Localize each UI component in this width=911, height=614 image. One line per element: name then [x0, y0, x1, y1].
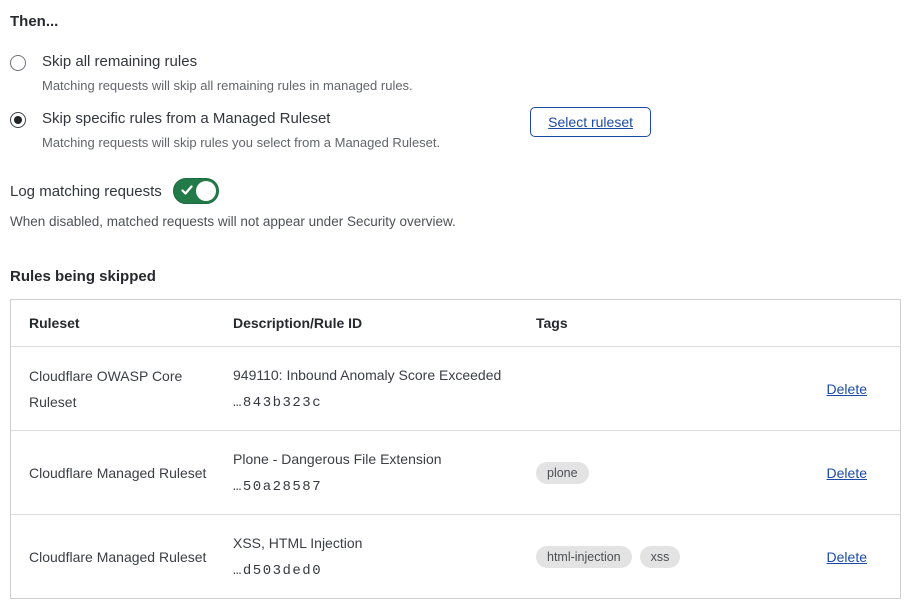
option-description: Matching requests will skip rules you se… [42, 134, 440, 152]
tags-cell: plone [526, 462, 750, 484]
log-matching-requests-row: Log matching requests [10, 178, 901, 204]
tag-pill: html-injection [536, 546, 632, 568]
table-body: Cloudflare OWASP Core Ruleset949110: Inb… [11, 346, 900, 598]
radio-skip-all-rules[interactable] [10, 55, 26, 71]
rules-being-skipped-heading: Rules being skipped [10, 268, 901, 285]
rule-id: …50a28587 [233, 479, 512, 495]
option-text: Skip all remaining rules Matching reques… [42, 52, 413, 95]
tag-pill: xss [640, 546, 681, 568]
option-skip-all-rules: Skip all remaining rules Matching reques… [10, 52, 901, 95]
skipped-rules-table: Ruleset Description/Rule ID Tags Cloudfl… [10, 299, 901, 599]
rule-id: …d503ded0 [233, 563, 512, 579]
toggle-knob [196, 181, 216, 201]
rule-description-cell: 949110: Inbound Anomaly Score Exceeded …8… [223, 366, 526, 411]
checkmark-icon [181, 184, 193, 196]
select-ruleset-button[interactable]: Select ruleset [530, 107, 651, 137]
ruleset-name: Cloudflare Managed Ruleset [11, 460, 223, 486]
rule-description: XSS, HTML Injection [233, 534, 512, 553]
ruleset-name: Cloudflare OWASP Core Ruleset [11, 363, 223, 415]
log-matching-requests-toggle[interactable] [173, 178, 219, 204]
delete-rule-link[interactable]: Delete [827, 381, 867, 397]
log-matching-requests-label: Log matching requests [10, 183, 162, 200]
radio-skip-specific-rules[interactable] [10, 112, 26, 128]
tags-cell: html-injection xss [526, 546, 750, 568]
ruleset-name: Cloudflare Managed Ruleset [11, 544, 223, 570]
rule-description-cell: XSS, HTML Injection …d503ded0 [223, 534, 526, 579]
table-row: Cloudflare Managed RulesetXSS, HTML Inje… [11, 514, 900, 598]
column-header-ruleset: Ruleset [11, 310, 223, 336]
actions-cell: Delete [750, 549, 900, 565]
then-heading: Then... [10, 13, 901, 31]
table-row: Cloudflare Managed RulesetPlone - Danger… [11, 430, 900, 514]
actions-cell: Delete [750, 381, 900, 397]
option-skip-specific-rules: Skip specific rules from a Managed Rules… [10, 109, 901, 152]
rule-description: 949110: Inbound Anomaly Score Exceeded [233, 366, 512, 385]
delete-rule-link[interactable]: Delete [827, 465, 867, 481]
rule-description-cell: Plone - Dangerous File Extension …50a2858… [223, 450, 526, 495]
action-radio-group: Skip all remaining rules Matching reques… [10, 52, 901, 152]
delete-rule-link[interactable]: Delete [827, 549, 867, 565]
log-toggle-description: When disabled, matched requests will not… [10, 213, 901, 231]
option-label[interactable]: Skip specific rules from a Managed Rules… [42, 109, 440, 129]
rule-id: …843b323c [233, 395, 512, 411]
option-label[interactable]: Skip all remaining rules [42, 52, 413, 72]
table-header-row: Ruleset Description/Rule ID Tags [11, 300, 900, 346]
actions-cell: Delete [750, 465, 900, 481]
option-description: Matching requests will skip all remainin… [42, 77, 413, 95]
column-header-tags: Tags [526, 315, 750, 331]
table-row: Cloudflare OWASP Core Ruleset949110: Inb… [11, 346, 900, 430]
column-header-description-rule-id: Description/Rule ID [223, 315, 526, 331]
rule-description: Plone - Dangerous File Extension [233, 450, 512, 469]
tag-pill: plone [536, 462, 589, 484]
waf-rule-config-panel: Then... Skip all remaining rules Matchin… [10, 0, 901, 599]
option-text: Skip specific rules from a Managed Rules… [42, 109, 440, 152]
